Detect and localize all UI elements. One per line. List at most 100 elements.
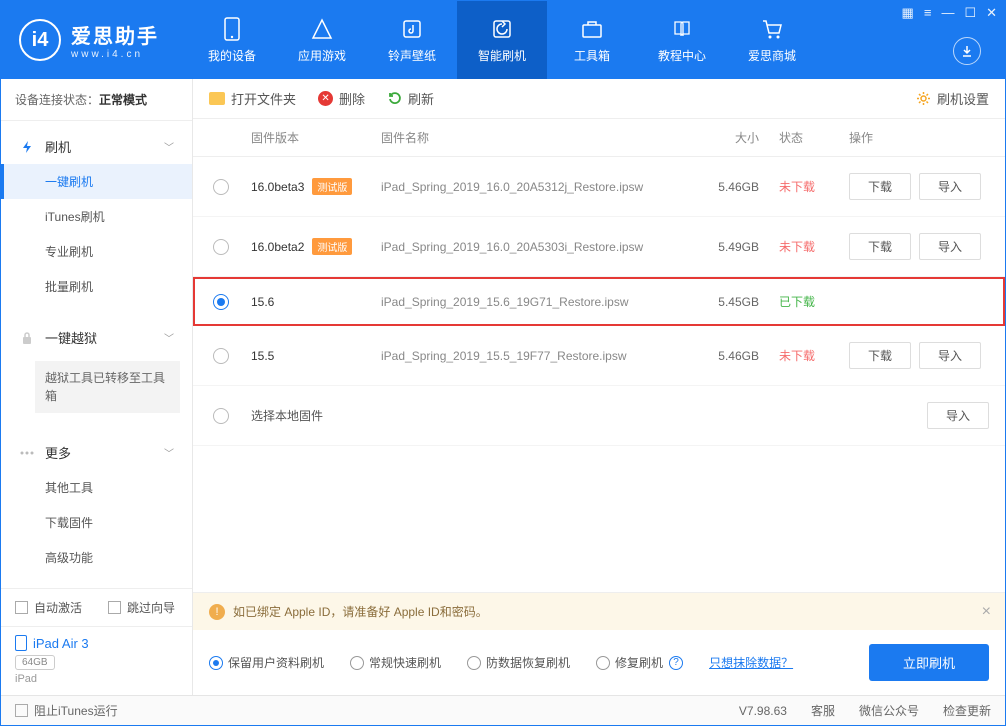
firmware-row-selected: 15.6 iPad_Spring_2019_15.6_19G71_Restore…: [193, 277, 1005, 326]
help-icon[interactable]: ?: [669, 656, 683, 670]
sidebar-item-batch-flash[interactable]: 批量刷机: [1, 269, 192, 304]
main-nav: 我的设备 应用游戏 铃声壁纸 智能刷机 工具箱 教程中心 爱思商城: [187, 1, 817, 79]
sidebar-item-onekey-flash[interactable]: 一键刷机: [1, 164, 192, 199]
sidebar: 设备连接状态：正常模式 刷机 ﹀ 一键刷机 iTunes刷机 专业刷机 批量刷机…: [1, 79, 193, 695]
music-icon: [400, 17, 424, 41]
firmware-size: 5.46GB: [679, 180, 759, 194]
option-repair[interactable]: 修复刷机: [596, 654, 663, 671]
firmware-radio[interactable]: [213, 179, 229, 195]
sidebar-item-itunes-flash[interactable]: iTunes刷机: [1, 199, 192, 234]
firmware-radio[interactable]: [213, 239, 229, 255]
nav-flash[interactable]: 智能刷机: [457, 1, 547, 79]
flash-now-button[interactable]: 立即刷机: [869, 644, 989, 681]
firmware-status: 已下载: [759, 293, 829, 310]
main-content: 打开文件夹 ✕ 删除 刷新 刷机设置 固件版本 固件名称 大小 状态 操作: [193, 79, 1005, 695]
status-bar: 阻止iTunes运行 V7.98.63 客服 微信公众号 检查更新: [1, 695, 1005, 725]
flash-group-icon: [19, 139, 35, 155]
device-icon: [15, 635, 27, 651]
import-button[interactable]: 导入: [919, 233, 981, 260]
app-header: i4 爱思助手 www.i4.cn 我的设备 应用游戏 铃声壁纸 智能刷机 工具…: [1, 1, 1005, 79]
minimize-icon[interactable]: —: [941, 5, 954, 21]
nav-store[interactable]: 爱思商城: [727, 1, 817, 79]
firmware-row: 16.0beta3测试版 iPad_Spring_2019_16.0_20A53…: [193, 157, 1005, 217]
sidebar-flash-header[interactable]: 刷机 ﹀: [1, 129, 192, 164]
apps-icon: [310, 17, 334, 41]
download-indicator[interactable]: [953, 37, 981, 65]
footer-wechat[interactable]: 微信公众号: [859, 702, 919, 719]
skip-guide-checkbox[interactable]: [108, 601, 121, 614]
block-itunes-checkbox[interactable]: [15, 704, 28, 717]
sidebar-item-download-fw[interactable]: 下载固件: [1, 505, 192, 540]
download-button[interactable]: 下载: [849, 173, 911, 200]
nav-apps[interactable]: 应用游戏: [277, 1, 367, 79]
close-icon[interactable]: ✕: [986, 5, 997, 21]
maximize-icon[interactable]: ☐: [964, 5, 976, 21]
chevron-down-icon: ﹀: [164, 330, 174, 345]
auto-activate-checkbox[interactable]: [15, 601, 28, 614]
delete-button[interactable]: ✕ 删除: [318, 89, 365, 108]
menu-icon[interactable]: ≡: [924, 5, 932, 21]
col-status: 状态: [759, 129, 829, 146]
sidebar-more-header[interactable]: 更多 ﹀: [1, 435, 192, 470]
option-normal[interactable]: 常规快速刷机: [350, 654, 441, 671]
app-name: 爱思助手: [71, 20, 159, 49]
col-name: 固件名称: [381, 129, 679, 146]
device-capacity: 64GB: [15, 655, 55, 670]
grid-icon[interactable]: ▦: [902, 5, 914, 21]
sidebar-item-advanced[interactable]: 高级功能: [1, 540, 192, 575]
footer-update[interactable]: 检查更新: [943, 702, 991, 719]
footer-support[interactable]: 客服: [811, 702, 835, 719]
flash-settings-button[interactable]: 刷机设置: [916, 89, 989, 108]
device-info[interactable]: iPad Air 3 64GB iPad: [1, 626, 192, 695]
nav-tutorials[interactable]: 教程中心: [637, 1, 727, 79]
firmware-name: iPad_Spring_2019_16.0_20A5303i_Restore.i…: [381, 240, 679, 254]
nav-toolbox[interactable]: 工具箱: [547, 1, 637, 79]
nav-ringtones[interactable]: 铃声壁纸: [367, 1, 457, 79]
close-warning-button[interactable]: ×: [982, 603, 991, 621]
refresh-button[interactable]: 刷新: [387, 89, 434, 108]
jailbreak-notice: 越狱工具已转移至工具箱: [35, 361, 180, 413]
firmware-row-local: 选择本地固件 导入: [193, 386, 1005, 446]
chevron-down-icon: ﹀: [164, 445, 174, 460]
flash-icon: [490, 17, 514, 41]
cart-icon: [760, 17, 784, 41]
warning-icon: !: [209, 604, 225, 620]
logo-icon: i4: [19, 19, 61, 61]
book-icon: [670, 17, 694, 41]
import-button[interactable]: 导入: [919, 342, 981, 369]
firmware-status: 未下载: [759, 178, 829, 195]
connection-status: 设备连接状态：正常模式: [1, 79, 192, 121]
phone-icon: [220, 17, 244, 41]
more-icon: [19, 445, 35, 461]
erase-data-link[interactable]: 只想抹除数据？: [709, 654, 793, 671]
import-button[interactable]: 导入: [919, 173, 981, 200]
block-itunes-label: 阻止iTunes运行: [34, 702, 118, 719]
option-keep-data[interactable]: 保留用户资料刷机: [209, 654, 324, 671]
firmware-row: 16.0beta2测试版 iPad_Spring_2019_16.0_20A53…: [193, 217, 1005, 277]
col-version: 固件版本: [251, 129, 381, 146]
sidebar-item-other-tools[interactable]: 其他工具: [1, 470, 192, 505]
firmware-size: 5.46GB: [679, 349, 759, 363]
firmware-row: 15.5 iPad_Spring_2019_15.5_19F77_Restore…: [193, 326, 1005, 386]
logo: i4 爱思助手 www.i4.cn: [1, 19, 177, 61]
firmware-radio[interactable]: [213, 294, 229, 310]
firmware-radio[interactable]: [213, 408, 229, 424]
sidebar-jailbreak-header[interactable]: 一键越狱 ﹀: [1, 320, 192, 355]
option-anti-recovery[interactable]: 防数据恢复刷机: [467, 654, 570, 671]
toolbar: 打开文件夹 ✕ 删除 刷新 刷机设置: [193, 79, 1005, 119]
col-ops: 操作: [829, 129, 989, 146]
flash-options: 保留用户资料刷机 常规快速刷机 防数据恢复刷机 修复刷机 ? 只想抹除数据？ 立…: [193, 630, 1005, 695]
col-size: 大小: [679, 129, 759, 146]
device-type: iPad: [15, 673, 178, 685]
sidebar-item-pro-flash[interactable]: 专业刷机: [1, 234, 192, 269]
download-button[interactable]: 下载: [849, 233, 911, 260]
firmware-radio[interactable]: [213, 348, 229, 364]
lock-icon: [19, 330, 35, 346]
download-button[interactable]: 下载: [849, 342, 911, 369]
import-button[interactable]: 导入: [927, 402, 989, 429]
window-controls: ▦ ≡ — ☐ ✕: [902, 5, 997, 21]
nav-my-device[interactable]: 我的设备: [187, 1, 277, 79]
folder-icon: [209, 92, 225, 105]
open-folder-button[interactable]: 打开文件夹: [209, 89, 296, 108]
skip-guide-label: 跳过向导: [127, 599, 175, 616]
